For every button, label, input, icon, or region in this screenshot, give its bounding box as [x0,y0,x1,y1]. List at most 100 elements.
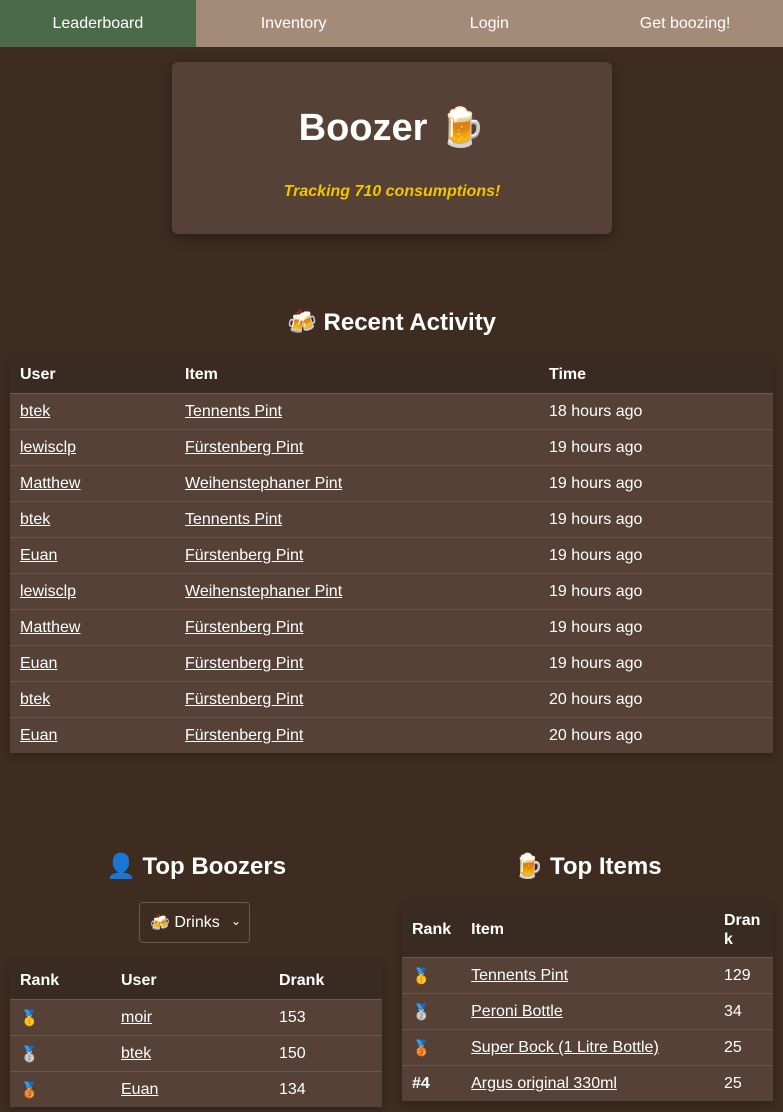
user-link[interactable]: Matthew [20,619,80,636]
drank-count: 150 [269,1035,382,1072]
page-title-text: Boozer [298,107,428,149]
user-link[interactable]: moir [121,1009,152,1026]
drank-count: 129 [714,957,773,994]
time-cell: 20 hours ago [539,717,773,753]
user-link[interactable]: Matthew [20,475,80,492]
top-boozers-title-text: Top Boozers [142,853,287,880]
rank-number: #4 [402,1065,462,1101]
user-link[interactable]: btek [20,691,50,708]
time-cell: 19 hours ago [539,573,773,610]
col-user: User [111,963,269,1000]
user-link[interactable]: Euan [20,655,57,672]
col-drank: Drank [269,963,382,1000]
table-row: 🥉 Euan 134 [10,1071,382,1107]
table-header-row: Rank Item Drank [402,903,773,958]
time-cell: 20 hours ago [539,681,773,718]
clinking-mugs-icon: 🍻 [286,309,317,336]
table-row: Matthew Weihenstephaner Pint 19 hours ago [10,465,773,502]
user-link[interactable]: Euan [121,1081,158,1098]
user-link[interactable]: btek [20,403,50,420]
item-link[interactable]: Tennents Pint [185,511,282,528]
drank-count: 153 [269,999,382,1036]
page-title: Boozer 🍺 [172,106,612,150]
table-row: Euan Fürstenberg Pint 20 hours ago [10,717,773,753]
top-nav: Leaderboard Inventory Login Get boozing! [0,0,783,47]
table-header-row: Rank User Drank [10,963,382,1000]
time-cell: 19 hours ago [539,645,773,682]
time-cell: 19 hours ago [539,501,773,538]
time-cell: 19 hours ago [539,609,773,646]
table-row: 🥈 Peroni Bottle 34 [402,993,773,1030]
item-link[interactable]: Peroni Bottle [471,1003,563,1020]
user-link[interactable]: Euan [20,727,57,744]
user-link[interactable]: Euan [20,547,57,564]
gold-medal-icon: 🥇 [10,999,111,1036]
recent-activity-title: 🍻 Recent Activity [0,308,783,338]
table-row: lewisclp Fürstenberg Pint 19 hours ago [10,429,773,466]
user-link[interactable]: lewisclp [20,583,76,600]
hero-card: Boozer 🍺 Tracking 710 consumptions! [172,62,612,234]
table-row: btek Tennents Pint 19 hours ago [10,501,773,538]
table-row: Euan Fürstenberg Pint 19 hours ago [10,645,773,682]
col-time: Time [539,357,773,394]
table-row: btek Tennents Pint 18 hours ago [10,393,773,430]
table-row: 🥉 Super Bock (1 Litre Bottle) 25 [402,1029,773,1066]
consumption-counter: Tracking 710 consumptions! [283,183,501,200]
item-link[interactable]: Argus original 330ml [471,1075,617,1092]
table-row: Euan Fürstenberg Pint 19 hours ago [10,537,773,574]
table-header-row: User Item Time [10,357,773,394]
clinking-mugs-icon: 🍻 [150,914,170,932]
item-link[interactable]: Weihenstephaner Pint [185,583,342,600]
table-row: #4 Argus original 330ml 25 [402,1065,773,1101]
item-link[interactable]: Tennents Pint [471,967,568,984]
item-link[interactable]: Fürstenberg Pint [185,727,303,744]
recent-activity-table: User Item Time btek Tennents Pint 18 hours… [10,357,773,753]
col-rank: Rank [10,963,111,1000]
item-link[interactable]: Fürstenberg Pint [185,547,303,564]
drank-count: 25 [714,1029,773,1066]
col-item: Item [461,903,714,958]
beer-mug-icon: 🍺 [438,107,486,149]
item-link[interactable]: Fürstenberg Pint [185,439,303,456]
item-link[interactable]: Fürstenberg Pint [185,655,303,672]
user-link[interactable]: btek [20,511,50,528]
table-row: 🥈 btek 150 [10,1035,382,1072]
recent-activity-title-text: Recent Activity [323,309,497,336]
drank-count: 25 [714,1065,773,1101]
col-user: User [10,357,175,394]
item-link[interactable]: Tennents Pint [185,403,282,420]
item-link[interactable]: Fürstenberg Pint [185,619,303,636]
nav-inventory[interactable]: Inventory [196,0,392,47]
nav-login[interactable]: Login [392,0,588,47]
col-item: Item [175,357,539,394]
item-link[interactable]: Weihenstephaner Pint [185,475,342,492]
nav-get-boozing[interactable]: Get boozing! [587,0,783,47]
top-items-table: Rank Item Drank 🥇 Tennents Pint 129 🥈 Peron… [402,903,773,1101]
gold-medal-icon: 🥇 [402,957,462,994]
drank-count: 34 [714,993,773,1030]
silver-medal-icon: 🥈 [402,993,462,1030]
table-row: btek Fürstenberg Pint 20 hours ago [10,681,773,718]
user-link[interactable]: btek [121,1045,151,1062]
item-link[interactable]: Super Bock (1 Litre Bottle) [471,1039,659,1056]
top-boozers-table: Rank User Drank 🥇 moir 153 🥈 btek 150 🥉 Euan 1… [10,963,382,1107]
table-row: 🥇 Tennents Pint 129 [402,957,773,994]
time-cell: 19 hours ago [539,537,773,574]
bronze-medal-icon: 🥉 [10,1071,111,1107]
nav-leaderboard[interactable]: Leaderboard [0,0,196,47]
top-items-title: 🍺 Top Items [402,852,773,882]
col-drank: Drank [714,903,773,958]
top-boozers-title: 👤 Top Boozers [10,852,382,882]
drank-count: 134 [269,1071,382,1107]
beer-mug-icon: 🍺 [513,853,544,880]
chevron-down-icon: ⌄ [230,914,241,928]
time-cell: 19 hours ago [539,465,773,502]
filter-selected-value: Drinks [174,913,220,931]
table-row: Matthew Fürstenberg Pint 19 hours ago [10,609,773,646]
col-rank: Rank [402,903,462,958]
user-link[interactable]: lewisclp [20,439,76,456]
boozers-filter-select[interactable]: 🍻 Drinks ⌄ [139,902,250,943]
table-row: 🥇 moir 153 [10,999,382,1036]
bronze-medal-icon: 🥉 [402,1029,462,1066]
item-link[interactable]: Fürstenberg Pint [185,691,303,708]
